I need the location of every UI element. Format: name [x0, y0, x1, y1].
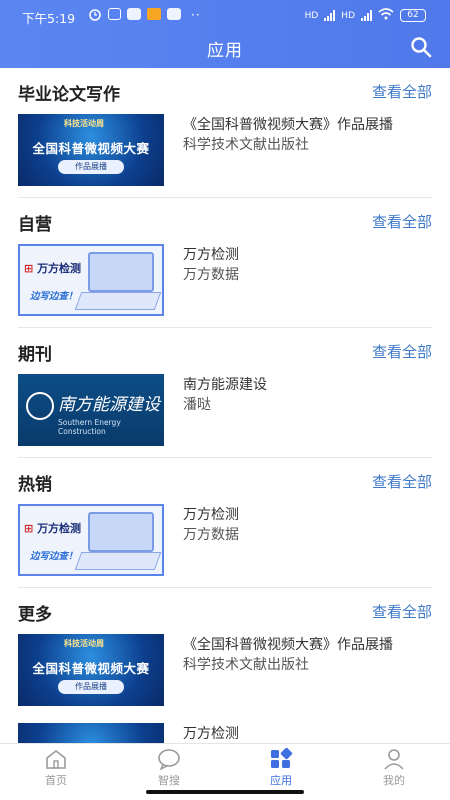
item-thumbnail — [18, 723, 164, 743]
thumbnail-brand: ⊞ 万方检测 — [24, 262, 82, 275]
section-title: 期刊 — [18, 345, 52, 365]
chat-app-icon — [167, 8, 181, 20]
app-header: 下午5:19 ·· HD HD 62 应用 — [0, 0, 450, 68]
page-title: 应用 — [207, 41, 243, 61]
thumbnail-title-cn: 南方能源建设 — [58, 395, 160, 415]
view-all-link[interactable]: 查看全部 — [372, 211, 432, 232]
apps-icon — [269, 747, 293, 770]
view-all-link[interactable]: 查看全部 — [372, 81, 432, 102]
thumbnail-tagline: 边写边查！ — [30, 551, 78, 562]
thumbnail-heading: 全国科普微视频大赛 — [32, 661, 150, 676]
item-name: 万方检测 — [183, 247, 239, 263]
section-title: 更多 — [18, 605, 52, 625]
thumbnail-logo: 科技活动周 — [64, 119, 104, 128]
energy-logo-icon — [26, 392, 54, 420]
list-item[interactable]: ⊞ 万方检测 边写边查！ 万方检测 万方数据 — [18, 504, 432, 576]
keyboard-graphic — [74, 552, 162, 570]
screen-icon — [108, 8, 121, 20]
tab-home[interactable]: 首页 — [26, 748, 86, 794]
more-notifications-icon: ·· — [191, 8, 201, 22]
tab-smart-search[interactable]: 智搜 — [139, 748, 199, 794]
list-item[interactable]: 科技活动周 全国科普微视频大赛 作品展播 《全国科普微视频大赛》作品展播 科学技… — [18, 114, 432, 186]
item-publisher: 科学技术文献出版社 — [183, 657, 309, 673]
status-time: 下午5:19 — [22, 11, 76, 26]
thumbnail-logo: 科技活动周 — [64, 639, 104, 648]
section-hot: 热销 查看全部 ⊞ 万方检测 边写边查！ 万方检测 万方数据 — [0, 458, 450, 588]
list-item[interactable]: ⊞ 万方检测 边写边查！ 万方检测 万方数据 — [18, 244, 432, 316]
hd-label-2: HD — [341, 10, 355, 21]
tab-label: 智搜 — [158, 774, 180, 787]
monitor-graphic — [88, 512, 154, 552]
tab-label: 首页 — [45, 774, 67, 787]
item-publisher: 万方数据 — [183, 527, 239, 543]
notification-icons: ·· — [88, 8, 201, 24]
signal-icon-2 — [361, 10, 372, 21]
alarm-icon — [88, 8, 102, 24]
item-thumbnail: 南方能源建设 Southern Energy Construction — [18, 374, 164, 446]
wifi-icon — [378, 8, 394, 23]
view-all-link[interactable]: 查看全部 — [372, 601, 432, 622]
item-name: 《全国科普微视频大赛》作品展播 — [183, 637, 393, 653]
home-icon — [44, 748, 68, 770]
signal-icon — [324, 10, 336, 21]
system-status: HD HD 62 — [305, 8, 426, 23]
item-thumbnail: ⊞ 万方检测 边写边查！ — [18, 504, 164, 576]
monitor-graphic — [88, 252, 154, 292]
section-title: 自营 — [18, 215, 52, 235]
app-screen: 下午5:19 ·· HD HD 62 应用 毕业论文写作 查看全部 科技活动周 … — [0, 0, 450, 800]
thumbnail-tagline: 边写边查！ — [30, 291, 78, 302]
section-thesis: 毕业论文写作 查看全部 科技活动周 全国科普微视频大赛 作品展播 《全国科普微视… — [0, 68, 450, 198]
item-thumbnail: ⊞ 万方检测 边写边查！ — [18, 244, 164, 316]
user-icon — [382, 748, 406, 770]
gesture-home-bar[interactable] — [146, 790, 304, 794]
app-notification-icon — [147, 8, 161, 20]
status-bar: 下午5:19 ·· HD HD 62 — [0, 0, 450, 30]
thumbnail-caption: 作品展播 — [58, 160, 124, 174]
tab-label: 应用 — [270, 774, 292, 787]
list-item[interactable]: 万方检测 — [18, 723, 432, 743]
item-thumbnail: 科技活动周 全国科普微视频大赛 作品展播 — [18, 114, 164, 186]
item-name: 万方检测 — [183, 726, 239, 742]
section-self-operated: 自营 查看全部 ⊞ 万方检测 边写边查！ 万方检测 万方数据 — [0, 198, 450, 328]
chat-search-icon — [157, 748, 181, 771]
tab-apps[interactable]: 应用 — [251, 747, 311, 794]
message-app-icon — [127, 8, 141, 20]
section-journals: 期刊 查看全部 南方能源建设 Southern Energy Construct… — [0, 328, 450, 458]
item-publisher: 潘哒 — [183, 397, 211, 413]
item-name: 南方能源建设 — [183, 377, 267, 393]
view-all-link[interactable]: 查看全部 — [372, 341, 432, 362]
thumbnail-heading: 全国科普微视频大赛 — [32, 141, 150, 156]
thumbnail-caption: 作品展播 — [58, 680, 124, 694]
item-name: 万方检测 — [183, 507, 239, 523]
item-name: 《全国科普微视频大赛》作品展播 — [183, 117, 393, 133]
section-title: 热销 — [18, 475, 52, 495]
item-thumbnail: 科技活动周 全国科普微视频大赛 作品展播 — [18, 634, 164, 706]
app-list: 毕业论文写作 查看全部 科技活动周 全国科普微视频大赛 作品展播 《全国科普微视… — [0, 68, 450, 743]
tab-label: 我的 — [383, 774, 405, 787]
tab-profile[interactable]: 我的 — [364, 748, 424, 794]
section-title: 毕业论文写作 — [18, 85, 120, 105]
keyboard-graphic — [74, 292, 162, 310]
section-more: 更多 查看全部 科技活动周 全国科普微视频大赛 作品展播 《全国科普微视频大赛》… — [0, 588, 450, 743]
item-publisher: 万方数据 — [183, 267, 239, 283]
view-all-link[interactable]: 查看全部 — [372, 471, 432, 492]
thumbnail-brand: ⊞ 万方检测 — [24, 522, 82, 535]
thumbnail-title-en: Southern Energy Construction — [58, 418, 121, 436]
list-item[interactable]: 科技活动周 全国科普微视频大赛 作品展播 《全国科普微视频大赛》作品展播 科学技… — [18, 634, 432, 706]
battery-indicator: 62 — [400, 9, 426, 22]
hd-label-1: HD — [304, 10, 319, 21]
search-icon[interactable] — [410, 36, 432, 58]
item-publisher: 科学技术文献出版社 — [183, 137, 309, 153]
list-item[interactable]: 南方能源建设 Southern Energy Construction 南方能源… — [18, 374, 432, 446]
